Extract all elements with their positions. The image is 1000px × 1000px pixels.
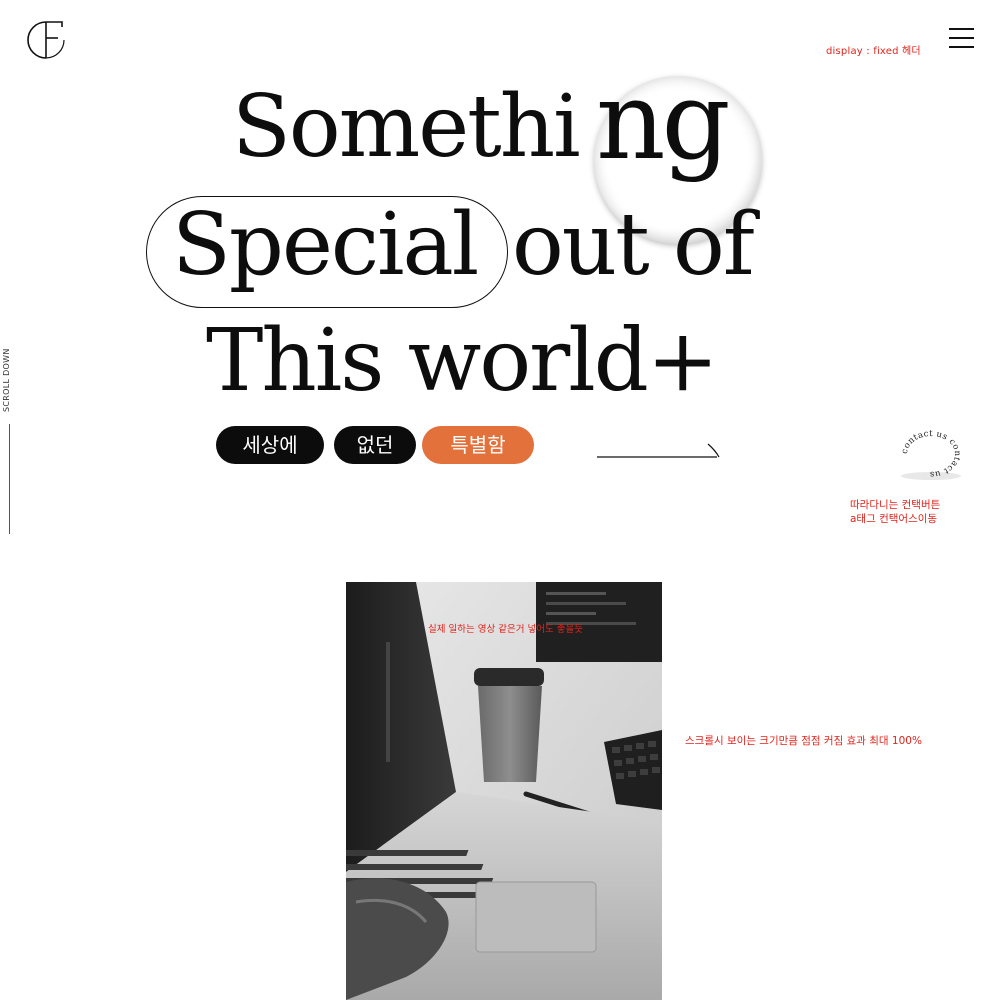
cf-logo-icon[interactable] (24, 18, 68, 62)
contact-annotation: 따라다니는 컨택버튼 a태그 컨택어스이동 (850, 498, 940, 526)
headline-highlight-word: Special (172, 195, 479, 295)
header-annotation: display : fixed 헤더 (826, 46, 921, 57)
keyword-pill-accent: 특별함 (422, 426, 534, 464)
contact-annotation-line: a태그 컨택어스이동 (850, 513, 938, 525)
scroll-down-line (9, 424, 10, 534)
menu-bar (949, 46, 974, 48)
headline-magnified-text: ng (596, 59, 731, 184)
laptop-photo-illustration (346, 582, 662, 1000)
contact-us-badge[interactable]: contact us contact us (892, 424, 970, 484)
scroll-down-label: SCROLL DOWN (2, 348, 11, 412)
keyword-pill: 없던 (334, 426, 416, 464)
headline-line-3: This world+ (206, 311, 719, 411)
svg-text:contact us contact us: contact us contact us (900, 429, 962, 479)
hamburger-menu-icon[interactable] (949, 28, 974, 48)
photo-annotation: 실제 일하는 영상 같은거 넣어도 좋을듯 (428, 624, 583, 635)
contact-badge-text: contact us contact us (900, 429, 962, 479)
menu-bar (949, 28, 974, 30)
keyword-pill: 세상에 (216, 426, 324, 464)
scroll-effect-annotation: 스크롤시 보이는 크기만큼 점점 커짐 효과 최대 100% (685, 735, 922, 747)
menu-bar (949, 37, 974, 39)
contact-annotation-line: 따라다니는 컨택버튼 (850, 499, 941, 511)
headline-line-2: out of (512, 195, 755, 295)
arrow-right-line-icon (597, 443, 720, 458)
headline-line-1: Somethi (232, 77, 581, 177)
laptop-photo (346, 582, 662, 1000)
